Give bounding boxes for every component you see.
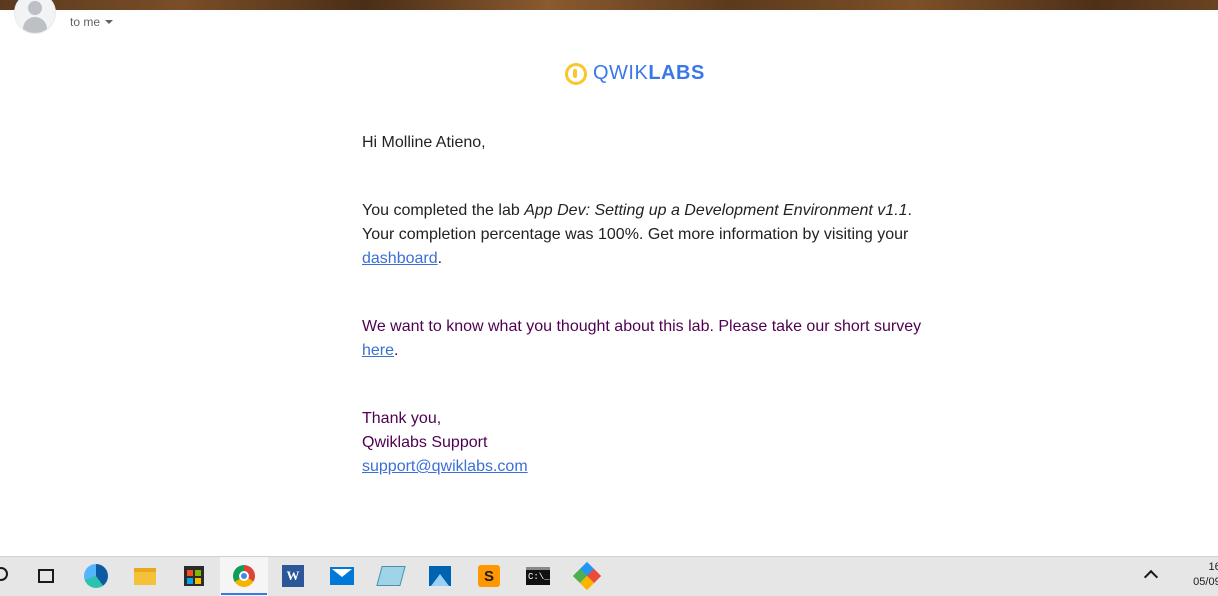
email-greeting: Hi Molline Atieno,	[362, 134, 486, 151]
notepad-button[interactable]	[376, 563, 406, 589]
photos-button[interactable]	[427, 563, 453, 589]
header-background-image	[0, 0, 1218, 10]
edge-button[interactable]	[83, 563, 109, 589]
signoff-team: Qwiklabs Support	[362, 434, 488, 451]
recipient-details-toggle[interactable]: to me	[70, 15, 114, 29]
mail-button[interactable]	[329, 563, 355, 589]
completion-lead: You completed the lab	[362, 202, 525, 219]
caret-down-icon[interactable]	[105, 20, 114, 24]
store-icon	[184, 566, 204, 586]
word-button[interactable]: W	[280, 563, 306, 589]
support-email-link[interactable]: support@qwiklabs.com	[362, 458, 528, 475]
system-clock[interactable]: 16:38 05/09/20	[1176, 560, 1218, 590]
avatar-body-shape	[23, 17, 47, 33]
search-icon[interactable]	[0, 567, 8, 581]
completion-paragraph: You completed the lab App Dev: Setting u…	[362, 199, 922, 271]
terminal-icon: C:\_	[526, 567, 550, 585]
survey-lead: We want to know what you thought about t…	[362, 318, 922, 335]
git-cola-icon	[572, 561, 602, 591]
windows-taskbar: W S C:\_ 16:38 05/09/20	[0, 556, 1218, 596]
word-icon: W	[282, 565, 304, 587]
avatar-head-shape	[28, 1, 42, 15]
dashboard-link[interactable]: dashboard	[362, 250, 438, 267]
completion-end: .	[437, 250, 443, 267]
file-explorer-icon	[134, 567, 156, 585]
file-explorer-button[interactable]	[132, 563, 158, 589]
qwiklabs-logo-mark-icon	[565, 62, 587, 85]
mail-icon	[330, 567, 354, 585]
task-view-button[interactable]	[33, 563, 59, 589]
email-body: Hi Molline Atieno, You completed the lab…	[362, 131, 922, 479]
clock-date: 05/09/20	[1193, 576, 1218, 588]
git-cola-button[interactable]	[572, 561, 602, 591]
chrome-button[interactable]	[221, 563, 267, 595]
qwiklabs-logo-text: QWIKLABS	[593, 62, 705, 85]
task-view-icon	[38, 569, 54, 583]
terminal-button[interactable]: C:\_	[525, 563, 551, 589]
clock-time: 16:38	[1208, 561, 1218, 573]
photos-icon	[429, 566, 451, 586]
survey-end: .	[394, 342, 399, 359]
lab-name: App Dev: Setting up a Development Enviro…	[524, 202, 908, 219]
sender-avatar[interactable]	[14, 0, 56, 34]
chrome-icon	[233, 565, 255, 587]
qwiklabs-logo: QWIKLABS	[565, 62, 705, 85]
recipient-label: to me	[70, 15, 101, 29]
logo-prefix: QWIK	[593, 62, 649, 84]
logo-suffix: LABS	[648, 62, 705, 84]
store-button[interactable]	[181, 563, 207, 589]
signoff-thanks: Thank you,	[362, 410, 442, 427]
edge-icon	[84, 564, 108, 588]
survey-link[interactable]: here	[362, 342, 394, 359]
survey-paragraph: We want to know what you thought about t…	[362, 315, 922, 363]
signoff: Thank you, Qwiklabs Support support@qwik…	[362, 407, 922, 479]
sublime-text-button[interactable]: S	[476, 563, 502, 589]
chevron-up-icon[interactable]	[1143, 569, 1159, 585]
sublime-text-icon: S	[478, 565, 500, 587]
notepad-icon	[376, 566, 406, 586]
